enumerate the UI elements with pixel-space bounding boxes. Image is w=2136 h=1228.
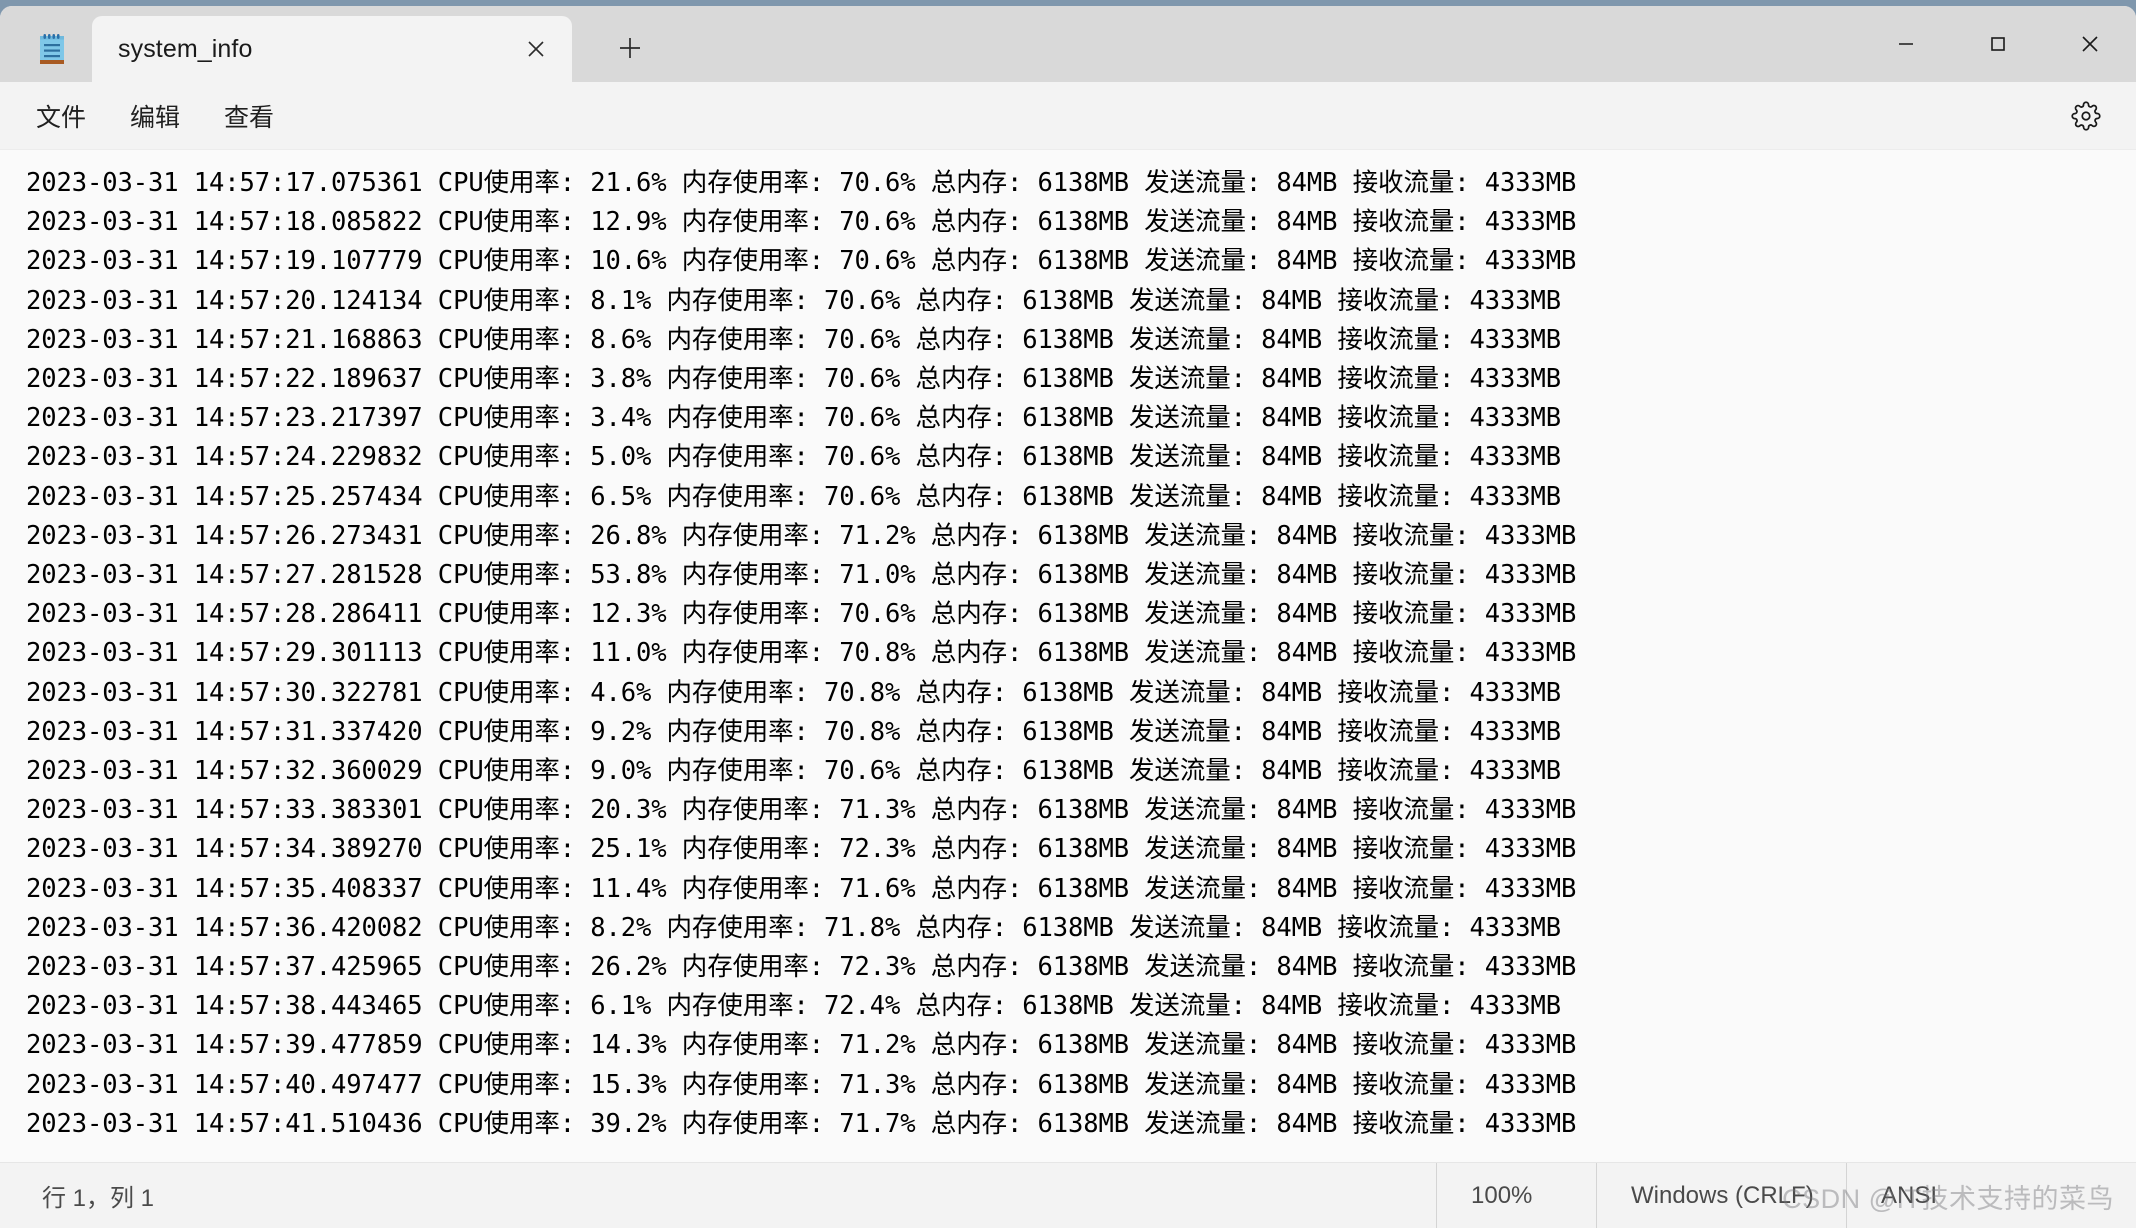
- log-line: 2023-03-31 14:57:25.257434 CPU使用率: 6.5% …: [26, 481, 1562, 512]
- log-line: 2023-03-31 14:57:33.383301 CPU使用率: 20.3%…: [26, 795, 1577, 826]
- encoding[interactable]: ANSI: [1846, 1163, 2136, 1228]
- status-bar: 行 1，列 1 100% Windows (CRLF) ANSI: [0, 1162, 2136, 1228]
- notepad-icon: [30, 28, 74, 72]
- log-line: 2023-03-31 14:57:28.286411 CPU使用率: 12.3%…: [26, 599, 1577, 630]
- log-line: 2023-03-31 14:57:40.497477 CPU使用率: 15.3%…: [26, 1069, 1577, 1100]
- text-editor-area[interactable]: 2023-03-31 14:57:17.075361 CPU使用率: 21.6%…: [0, 150, 2136, 1162]
- tab-title: system_info: [118, 34, 253, 63]
- log-line: 2023-03-31 14:57:26.273431 CPU使用率: 26.8%…: [26, 520, 1577, 551]
- new-tab-button[interactable]: [598, 16, 662, 80]
- log-line: 2023-03-31 14:57:30.322781 CPU使用率: 4.6% …: [26, 677, 1562, 708]
- log-line: 2023-03-31 14:57:19.107779 CPU使用率: 10.6%…: [26, 246, 1577, 277]
- log-line: 2023-03-31 14:57:35.408337 CPU使用率: 11.4%…: [26, 873, 1577, 904]
- menu-item-edit[interactable]: 编辑: [108, 89, 202, 143]
- log-line: 2023-03-31 14:57:21.168863 CPU使用率: 8.6% …: [26, 324, 1562, 355]
- log-line: 2023-03-31 14:57:32.360029 CPU使用率: 9.0% …: [26, 756, 1562, 787]
- window-controls: [1860, 6, 2136, 82]
- title-bar: system_info: [0, 6, 2136, 82]
- log-line: 2023-03-31 14:57:38.443465 CPU使用率: 6.1% …: [26, 991, 1562, 1022]
- log-line: 2023-03-31 14:57:24.229832 CPU使用率: 5.0% …: [26, 442, 1562, 473]
- tab-strip: system_info: [92, 16, 662, 82]
- close-button[interactable]: [2044, 6, 2136, 82]
- menu-item-view[interactable]: 查看: [202, 89, 296, 143]
- log-line: 2023-03-31 14:57:34.389270 CPU使用率: 25.1%…: [26, 834, 1577, 865]
- log-line: 2023-03-31 14:57:27.281528 CPU使用率: 53.8%…: [26, 560, 1577, 591]
- log-line: 2023-03-31 14:57:39.477859 CPU使用率: 14.3%…: [26, 1030, 1577, 1061]
- tab-close-icon[interactable]: [510, 23, 562, 75]
- line-ending[interactable]: Windows (CRLF): [1596, 1163, 1846, 1228]
- log-line: 2023-03-31 14:57:17.075361 CPU使用率: 21.6%…: [26, 168, 1577, 198]
- minimize-button[interactable]: [1860, 6, 1952, 82]
- log-line: 2023-03-31 14:57:20.124134 CPU使用率: 8.1% …: [26, 285, 1562, 316]
- menu-item-file[interactable]: 文件: [14, 89, 108, 143]
- log-line: 2023-03-31 14:57:23.217397 CPU使用率: 3.4% …: [26, 403, 1562, 434]
- status-bar-right-group: 100% Windows (CRLF) ANSI: [1436, 1163, 2136, 1228]
- gear-icon[interactable]: [2060, 92, 2112, 140]
- notepad-window: system_info 文件 编辑 查看 2023-03-31 14:57:17…: [0, 6, 2136, 1228]
- log-line: 2023-03-31 14:57:22.189637 CPU使用率: 3.8% …: [26, 364, 1562, 395]
- tab-system-info[interactable]: system_info: [92, 16, 572, 82]
- log-line: 2023-03-31 14:57:37.425965 CPU使用率: 26.2%…: [26, 952, 1577, 983]
- desktop-background: system_info 文件 编辑 查看 2023-03-31 14:57:17…: [0, 0, 2136, 1228]
- menu-bar: 文件 编辑 查看: [0, 82, 2136, 150]
- log-line: 2023-03-31 14:57:41.510436 CPU使用率: 39.2%…: [26, 1108, 1577, 1139]
- log-line: 2023-03-31 14:57:31.337420 CPU使用率: 9.2% …: [26, 716, 1562, 747]
- maximize-button[interactable]: [1952, 6, 2044, 82]
- log-line: 2023-03-31 14:57:29.301113 CPU使用率: 11.0%…: [26, 638, 1577, 669]
- log-line: 2023-03-31 14:57:18.085822 CPU使用率: 12.9%…: [26, 207, 1577, 238]
- cursor-position: 行 1，列 1: [42, 1185, 155, 1212]
- log-line: 2023-03-31 14:57:36.420082 CPU使用率: 8.2% …: [26, 912, 1562, 943]
- zoom-level[interactable]: 100%: [1436, 1163, 1596, 1228]
